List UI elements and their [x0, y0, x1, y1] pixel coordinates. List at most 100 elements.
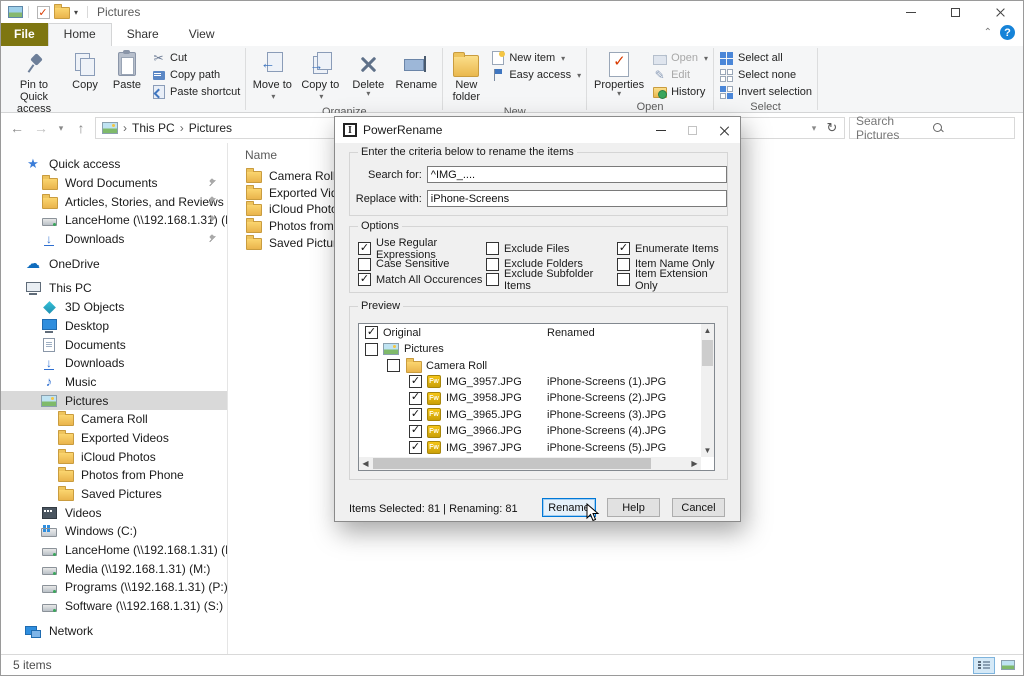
search-icon[interactable] [932, 122, 1008, 134]
refresh-icon[interactable]: ↻ [822, 120, 842, 136]
help-button[interactable]: Help [607, 498, 660, 517]
maximize-button[interactable] [933, 1, 978, 23]
sidebar-item-lancehome-192-168-1-31-l[interactable]: LanceHome (\\192.168.1.31) (L:) [1, 211, 227, 230]
sidebar-item-programs-192-168-1-31-p[interactable]: Programs (\\192.168.1.31) (P:) [1, 578, 227, 597]
dialog-maximize-icon[interactable] [688, 125, 697, 135]
paste-shortcut-button[interactable]: Paste shortcut [149, 84, 242, 100]
scroll-left-icon[interactable]: ◀ [359, 457, 372, 470]
rename-button[interactable]: Rename [393, 49, 439, 93]
option-case-sensitive[interactable]: Case Sensitive [358, 257, 486, 273]
copy-to-button[interactable]: Copy to [297, 49, 343, 105]
open-button[interactable]: Open [650, 49, 710, 66]
sidebar-item-videos[interactable]: Videos [1, 503, 227, 522]
sidebar-item-camera-roll[interactable]: Camera Roll [1, 410, 227, 429]
sidebar-item-saved-pictures[interactable]: Saved Pictures [1, 485, 227, 504]
horizontal-scrollbar[interactable]: ◀ ▶ [359, 457, 701, 470]
preview-row-img-3966-jpg[interactable]: IMG_3966.JPGiPhone-Screens (4).JPG [359, 423, 701, 439]
scroll-down-icon[interactable]: ▼ [701, 444, 714, 457]
sidebar-item-3d-objects[interactable]: 3D Objects [1, 298, 227, 317]
sidebar-item-windows-c[interactable]: Windows (C:) [1, 522, 227, 541]
paste-button[interactable]: Paste [107, 49, 147, 93]
edit-button[interactable]: Edit [650, 67, 710, 83]
option-exclude-subfolder-items[interactable]: Exclude Subfolder Items [486, 268, 617, 292]
preview-row-img-3958-jpg[interactable]: IMG_3958.JPGiPhone-Screens (2).JPG [359, 390, 701, 406]
tab-view[interactable]: View [174, 23, 230, 46]
new-folder-button[interactable]: New folder [446, 49, 486, 105]
select-all-button[interactable]: Select all [717, 50, 814, 66]
sidebar-item-word-documents[interactable]: Word Documents [1, 174, 227, 193]
copy-path-button[interactable]: Copy path [149, 67, 242, 83]
preview-row-camera-roll[interactable]: Camera Roll [359, 357, 701, 373]
invert-selection-button[interactable]: Invert selection [717, 84, 814, 100]
easy-access-button[interactable]: Easy access [488, 67, 583, 83]
scroll-right-icon[interactable]: ▶ [688, 457, 701, 470]
pin-to-quick-access-button[interactable]: Pin to Quick access [5, 49, 63, 117]
sidebar-item-music[interactable]: Music [1, 373, 227, 392]
vertical-scroll-thumb[interactable] [702, 340, 713, 366]
tab-file[interactable]: File [1, 23, 48, 46]
forward-button[interactable]: → [31, 120, 51, 136]
sidebar-item-icloud-photos[interactable]: iCloud Photos [1, 447, 227, 466]
close-button[interactable] [978, 1, 1023, 23]
dialog-minimize-icon[interactable] [656, 129, 666, 131]
breadcrumb-this-pc[interactable]: This PC [132, 121, 175, 135]
preview-row-img-3965-jpg[interactable]: IMG_3965.JPGiPhone-Screens (3).JPG [359, 407, 701, 423]
details-view-button[interactable] [973, 656, 995, 674]
breadcrumb-pictures[interactable]: Pictures [189, 121, 232, 135]
delete-button[interactable]: Delete ▾ [345, 49, 391, 99]
horizontal-scroll-thumb[interactable] [373, 458, 651, 469]
recent-locations-icon[interactable]: ▾ [55, 123, 67, 134]
sidebar-item-downloads[interactable]: Downloads [1, 230, 227, 249]
vertical-scrollbar[interactable]: ▲ ▼ [701, 324, 714, 457]
sidebar-item-exported-videos[interactable]: Exported Videos [1, 429, 227, 448]
help-icon[interactable]: ? [1000, 25, 1015, 40]
copy-button[interactable]: Copy [65, 49, 105, 93]
large-icons-view-button[interactable] [997, 657, 1019, 674]
sidebar-item-downloads[interactable]: Downloads [1, 354, 227, 373]
select-none-button[interactable]: Select none [717, 67, 814, 83]
option-item-extension-only[interactable]: Item Extension Only [617, 268, 727, 292]
qat-customize-button[interactable]: ▾ [70, 3, 82, 21]
address-dropdown-icon[interactable]: ▾ [808, 123, 820, 134]
qat-new-folder-button[interactable] [52, 3, 70, 21]
sidebar-item-network[interactable]: Network [1, 622, 227, 641]
sidebar-item-desktop[interactable]: Desktop [1, 317, 227, 336]
history-button[interactable]: History [650, 84, 710, 100]
cancel-button[interactable]: Cancel [672, 498, 725, 517]
sidebar-item-lancehome-192-168-1-31-l[interactable]: LanceHome (\\192.168.1.31) (L:) [1, 541, 227, 560]
select-all-checkbox[interactable] [365, 326, 378, 339]
scroll-up-icon[interactable]: ▲ [701, 324, 714, 337]
option-use-regular-expressions[interactable]: Use Regular Expressions [358, 237, 486, 261]
sidebar-item-articles-stories-and-reviews[interactable]: Articles, Stories, and Reviews [1, 192, 227, 211]
replace-with-input[interactable] [426, 190, 727, 207]
sidebar-item-documents[interactable]: Documents [1, 335, 227, 354]
minimize-button[interactable] [888, 1, 933, 23]
sidebar-item-media-192-168-1-31-m[interactable]: Media (\\192.168.1.31) (M:) [1, 559, 227, 578]
new-item-button[interactable]: New item [488, 50, 583, 66]
preview-row-pictures[interactable]: Pictures [359, 341, 701, 357]
preview-row-img-3957-jpg[interactable]: IMG_3957.JPGiPhone-Screens (1).JPG [359, 374, 701, 390]
sidebar-item-onedrive[interactable]: OneDrive [1, 254, 227, 273]
search-input[interactable]: Search Pictures [849, 114, 1015, 142]
option-enumerate-items[interactable]: Enumerate Items [617, 241, 727, 257]
sidebar-item-photos-from-phone[interactable]: Photos from Phone [1, 466, 227, 485]
sidebar-item-this-pc[interactable]: This PC [1, 279, 227, 298]
preview-row-img-3967-jpg[interactable]: IMG_3967.JPGiPhone-Screens (5).JPG [359, 439, 701, 455]
up-button[interactable]: ↑ [71, 120, 91, 136]
tab-home[interactable]: Home [47, 23, 112, 46]
collapse-ribbon-icon[interactable]: ⌃ [984, 27, 992, 38]
back-button[interactable]: ← [7, 120, 27, 136]
qat-properties-button[interactable] [34, 3, 52, 21]
tab-share[interactable]: Share [112, 23, 174, 46]
cut-button[interactable]: Cut [149, 50, 242, 66]
search-for-input[interactable] [426, 166, 727, 183]
sidebar-item-pictures[interactable]: Pictures [1, 391, 227, 410]
option-exclude-files[interactable]: Exclude Files [486, 241, 617, 257]
folder-icon [57, 467, 74, 483]
dialog-close-icon[interactable] [719, 125, 730, 136]
option-match-all-occurences[interactable]: Match All Occurences [358, 272, 486, 288]
properties-button[interactable]: Properties ▾ [590, 49, 648, 99]
move-to-button[interactable]: Move to [249, 49, 295, 105]
sidebar-item-quick-access[interactable]: Quick access [1, 155, 227, 174]
sidebar-item-software-192-168-1-31-s[interactable]: Software (\\192.168.1.31) (S:) [1, 597, 227, 616]
